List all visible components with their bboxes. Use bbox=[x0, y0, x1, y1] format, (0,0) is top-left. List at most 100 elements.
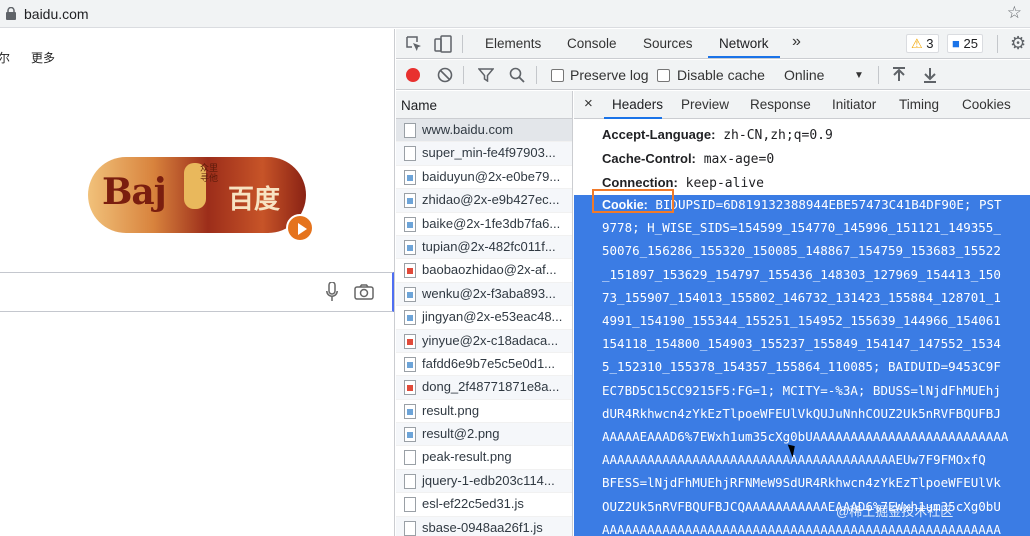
cookie-value-line: _151897_153629_154797_155436_148303_1279… bbox=[602, 266, 1001, 282]
image-file-icon bbox=[404, 380, 416, 396]
doodle-chinese-text: 百度 bbox=[228, 185, 281, 215]
image-file-icon bbox=[404, 403, 416, 419]
cookie-value-line: 154118_154800_154903_155237_155849_15414… bbox=[602, 336, 1001, 352]
cookie-value-line: 9778; H_WISE_SIDS=154599_154770_145996_1… bbox=[602, 220, 1001, 236]
header-cache-control[interactable]: Cache-Control: max-age=0 bbox=[602, 151, 774, 167]
active-tab-indicator bbox=[708, 56, 780, 58]
preserve-log-checkbox[interactable] bbox=[551, 69, 564, 82]
settings-gear-icon[interactable]: ⚙ bbox=[1010, 33, 1026, 54]
play-icon[interactable] bbox=[286, 214, 314, 242]
cookie-value-line: 50076_156286_155320_150085_148867_154759… bbox=[602, 243, 1001, 259]
inspect-element-icon[interactable] bbox=[406, 36, 422, 52]
request-name: baiduyun@2x-e0be79... bbox=[422, 168, 561, 184]
disable-cache-checkbox[interactable] bbox=[657, 69, 670, 82]
doodle-latin-text: Baj bbox=[102, 171, 167, 213]
request-row[interactable]: super_min-fe4f97903... bbox=[396, 142, 572, 166]
request-row[interactable]: esl-ef22c5ed31.js bbox=[396, 493, 572, 517]
divider bbox=[462, 35, 463, 53]
cookie-value-line: dUR4Rkhwcn4zYkEzTlpoeWFEUlVkQUJuNnhCOUZ2… bbox=[602, 405, 1001, 421]
throttling-select[interactable]: Online bbox=[784, 67, 824, 83]
export-har-icon[interactable] bbox=[923, 67, 937, 83]
tab-initiator[interactable]: Initiator bbox=[832, 97, 876, 112]
image-file-icon bbox=[404, 239, 416, 255]
cookie-value-line: 5_152310_155378_154357_155864_110085; BA… bbox=[602, 359, 1001, 375]
tab-timing[interactable]: Timing bbox=[899, 97, 939, 112]
message-icon: ■ bbox=[952, 36, 960, 51]
nav-link-partial[interactable]: 尔 bbox=[0, 49, 10, 66]
record-icon[interactable] bbox=[406, 68, 420, 82]
request-row[interactable]: result.png bbox=[396, 400, 572, 424]
header-accept-language[interactable]: Accept-Language: zh-CN,zh;q=0.9 bbox=[602, 127, 833, 143]
cookie-header-selected[interactable]: Cookie: BIDUPSID=6D819132388944EBE57473C… bbox=[574, 189, 1030, 536]
web-page: 尔 更多 Baj 众里寻他 百度 bbox=[0, 29, 395, 536]
microphone-icon[interactable] bbox=[326, 282, 338, 302]
doodle-lantern-text: 众里寻他 bbox=[200, 163, 219, 183]
baidu-doodle-logo[interactable]: Baj 众里寻他 百度 bbox=[88, 157, 306, 233]
filter-icon[interactable] bbox=[478, 68, 494, 82]
request-name: result.png bbox=[422, 402, 480, 418]
chevron-down-icon[interactable]: ▼ bbox=[854, 70, 864, 81]
tab-preview[interactable]: Preview bbox=[681, 97, 729, 112]
request-row[interactable]: fafdd6e9b7e5c5e0d1... bbox=[396, 353, 572, 377]
request-name: yinyue@2x-c18adaca... bbox=[422, 332, 559, 348]
request-row[interactable]: jingyan@2x-e53eac48... bbox=[396, 306, 572, 330]
name-column-header[interactable]: Name bbox=[396, 91, 572, 119]
tab-response[interactable]: Response bbox=[750, 97, 811, 112]
request-row[interactable]: result@2.png bbox=[396, 423, 572, 447]
request-row[interactable]: baobaozhidao@2x-af... bbox=[396, 259, 572, 283]
request-row[interactable]: tupian@2x-482fc011f... bbox=[396, 235, 572, 260]
request-name: www.baidu.com bbox=[422, 122, 514, 137]
tab-headers[interactable]: Headers bbox=[612, 97, 663, 112]
tab-cookies[interactable]: Cookies bbox=[962, 97, 1011, 112]
request-name: jingyan@2x-e53eac48... bbox=[422, 309, 563, 325]
bookmark-star-icon[interactable]: ☆ bbox=[1007, 3, 1022, 23]
cookie-value-line: AAAAAAAAAAAAAAAAAAAAAAAAAAAAAAAAAAAAAAAA… bbox=[602, 521, 1001, 536]
request-row[interactable]: www.baidu.com bbox=[396, 119, 572, 143]
more-tabs-chevron-icon[interactable]: » bbox=[792, 33, 801, 51]
disable-cache-label[interactable]: Disable cache bbox=[677, 67, 765, 83]
import-har-icon[interactable] bbox=[892, 67, 906, 83]
image-file-icon bbox=[404, 427, 416, 443]
tab-console[interactable]: Console bbox=[567, 36, 617, 51]
devtools-tab-bar: Elements Console Sources Network » ⚠ 3 ■… bbox=[396, 29, 1030, 59]
request-row[interactable]: sbase-0948aa26f1.js bbox=[396, 516, 572, 536]
request-row[interactable]: baiduyun@2x-e0be79... bbox=[396, 166, 572, 190]
details-tab-bar: × Headers Preview Response Initiator Tim… bbox=[574, 91, 1030, 119]
tab-sources[interactable]: Sources bbox=[643, 36, 693, 51]
request-row[interactable]: wenku@2x-f3aba893... bbox=[396, 282, 572, 307]
device-toolbar-icon[interactable] bbox=[434, 35, 452, 53]
clear-icon[interactable] bbox=[437, 67, 453, 83]
close-icon[interactable]: × bbox=[584, 95, 593, 112]
request-name: dong_2f48771871e8a... bbox=[422, 379, 560, 395]
camera-icon[interactable] bbox=[354, 284, 374, 300]
search-input[interactable] bbox=[0, 272, 394, 312]
request-name: tupian@2x-482fc011f... bbox=[422, 238, 556, 254]
request-row[interactable]: baike@2x-1fe3db7fa6... bbox=[396, 213, 572, 236]
request-name: jquery-1-edb203c114... bbox=[422, 472, 555, 488]
divider bbox=[463, 66, 464, 84]
preserve-log-label[interactable]: Preserve log bbox=[570, 67, 649, 83]
warning-icon: ⚠ bbox=[911, 36, 923, 51]
url-text[interactable]: baidu.com bbox=[24, 6, 89, 22]
file-icon bbox=[404, 146, 416, 162]
request-row[interactable]: yinyue@2x-c18adaca... bbox=[396, 329, 572, 353]
search-icon[interactable] bbox=[509, 67, 525, 83]
warnings-badge[interactable]: ⚠ 3 bbox=[906, 34, 939, 53]
address-bar[interactable]: baidu.com ☆ bbox=[0, 0, 1030, 28]
request-row[interactable]: dong_2f48771871e8a... bbox=[396, 376, 572, 400]
request-name: zhidao@2x-e9b427ec... bbox=[422, 192, 560, 208]
request-row[interactable]: jquery-1-edb203c114... bbox=[396, 469, 572, 494]
image-file-icon bbox=[404, 286, 416, 302]
request-row[interactable]: peak-result.png bbox=[396, 446, 572, 470]
file-icon bbox=[404, 450, 416, 466]
tab-network[interactable]: Network bbox=[719, 36, 769, 51]
lock-icon bbox=[6, 7, 16, 20]
messages-badge[interactable]: ■ 25 bbox=[947, 34, 983, 53]
cookie-value-line: AAAAAEAAAD6%7EWxh1um35cXg0bUAAAAAAAAAAAA… bbox=[602, 429, 1009, 444]
more-link[interactable]: 更多 bbox=[31, 49, 55, 66]
request-name: peak-result.png bbox=[422, 449, 512, 465]
request-row[interactable]: zhidao@2x-e9b427ec... bbox=[396, 189, 572, 213]
devtools-panel: Elements Console Sources Network » ⚠ 3 ■… bbox=[396, 29, 1030, 536]
tab-elements[interactable]: Elements bbox=[485, 36, 541, 51]
image-file-icon bbox=[404, 333, 416, 349]
